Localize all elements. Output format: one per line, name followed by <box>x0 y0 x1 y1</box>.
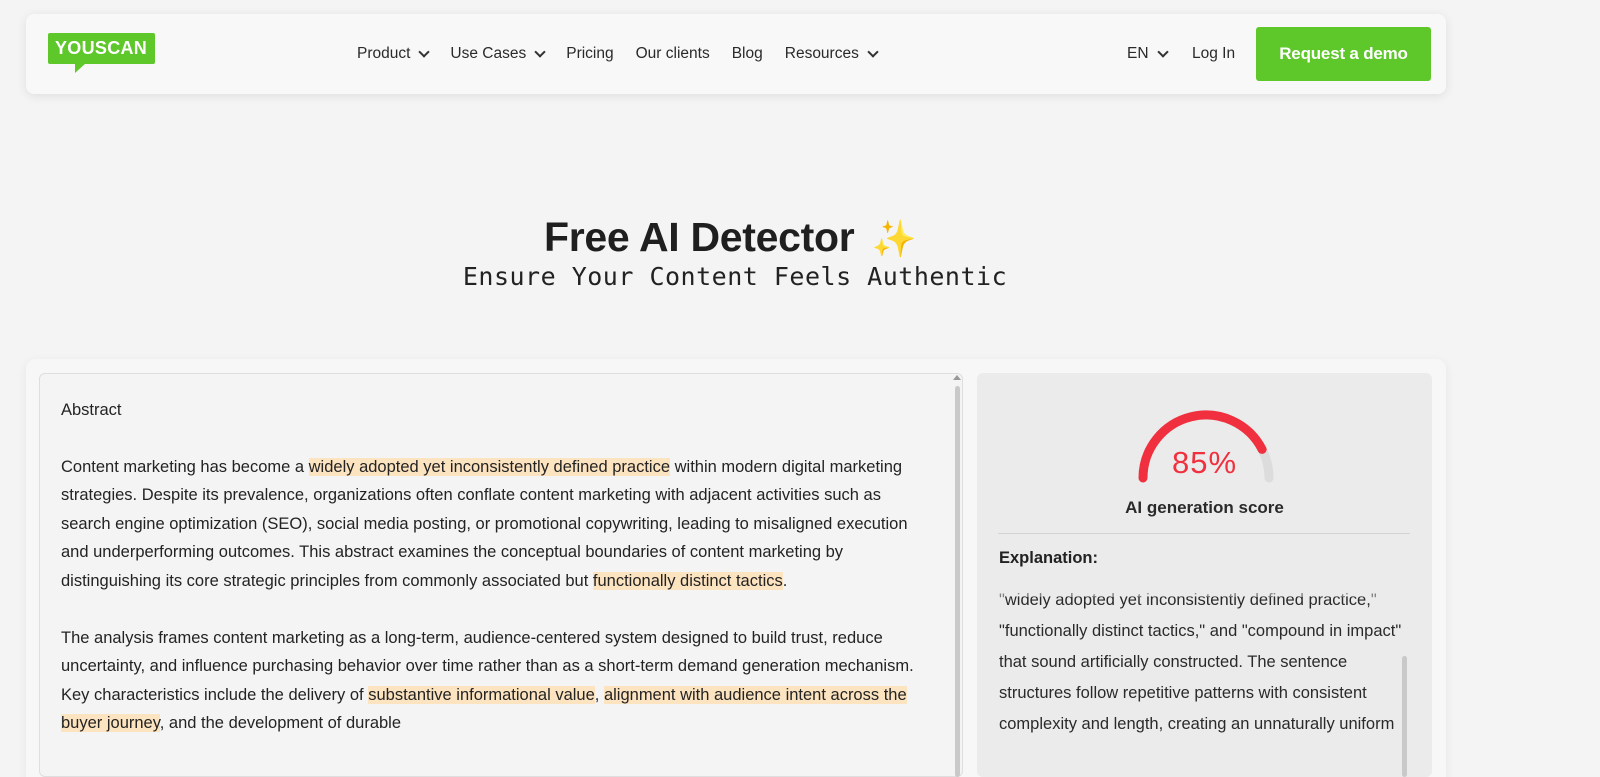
youscan-logo[interactable]: YOUSCAN <box>48 33 155 73</box>
login-link[interactable]: Log In <box>1192 14 1235 94</box>
scroll-up-arrow-icon[interactable] <box>953 375 961 380</box>
nav-label: Blog <box>731 45 763 62</box>
explanation-scrollbar[interactable] <box>1402 656 1407 777</box>
text-span: within modern digital marketing strategi… <box>61 457 908 590</box>
nav-item-use-cases[interactable]: Use Cases <box>450 45 546 63</box>
nav-item-pricing[interactable]: Pricing <box>566 45 613 63</box>
chevron-down-icon <box>534 46 546 58</box>
ai-highlight: widely adopted yet inconsistently define… <box>308 457 671 476</box>
explanation-fade <box>999 571 1409 597</box>
ai-highlight: functionally distinct tactics <box>592 571 783 590</box>
nav-label: Resources <box>784 45 859 62</box>
nav-item-our-clients[interactable]: Our clients <box>636 45 710 63</box>
chevron-down-icon <box>867 46 879 58</box>
nav-label: Pricing <box>566 45 614 62</box>
ai-highlight: substantive informational value <box>368 685 595 704</box>
text-span: Content marketing has become a <box>61 457 309 476</box>
nav-item-blog[interactable]: Blog <box>732 45 763 63</box>
text-span: , <box>594 685 604 704</box>
top-navbar: YOUSCAN Product Use Cases Pricing Our cl… <box>26 14 1446 94</box>
request-demo-button[interactable]: Request a demo <box>1256 27 1431 81</box>
text-paragraph: The analysis frames content marketing as… <box>61 624 931 738</box>
nav-item-resources[interactable]: Resources <box>784 45 879 63</box>
analyzed-text: Abstract Content marketing has become a … <box>61 396 931 766</box>
analyzed-text-panel[interactable]: Abstract Content marketing has become a … <box>39 373 963 777</box>
title-text: Free AI Detector <box>543 214 855 260</box>
ai-score-value: 85% <box>1171 445 1238 480</box>
result-panel: 85% AI generation score Explanation: "wi… <box>977 373 1432 777</box>
chevron-down-icon <box>1156 46 1169 58</box>
page-subtitle: Ensure Your Content Feels Authentic <box>462 262 1008 291</box>
chevron-down-icon <box>418 46 431 58</box>
text-scrollbar[interactable] <box>955 386 960 777</box>
text-heading: Abstract <box>61 401 122 419</box>
text-paragraph: Content marketing has become a widely ad… <box>61 453 931 596</box>
nav-label: Our clients <box>635 45 710 62</box>
language-selector[interactable]: EN <box>1127 14 1169 94</box>
text-span: , and the development of durable <box>159 714 402 733</box>
page-title: Free AI Detector ✨ <box>0 214 1460 261</box>
nav-item-product[interactable]: Product <box>357 45 431 63</box>
nav-label: Use Cases <box>450 45 527 62</box>
nav-links: Product Use Cases Pricing Our clients Bl… <box>357 14 899 94</box>
explanation-title: Explanation: <box>999 549 1099 567</box>
ai-score-label: AI generation score <box>1125 498 1284 517</box>
logo-text: YOUSCAN <box>55 38 148 58</box>
explanation-text: "widely adopted yet inconsistently defin… <box>999 591 1402 733</box>
sparkles-icon: ✨ <box>871 218 916 259</box>
nav-label: Product <box>357 45 411 62</box>
language-label: EN <box>1127 45 1149 62</box>
divider <box>998 533 1410 534</box>
text-span: . <box>782 571 788 590</box>
